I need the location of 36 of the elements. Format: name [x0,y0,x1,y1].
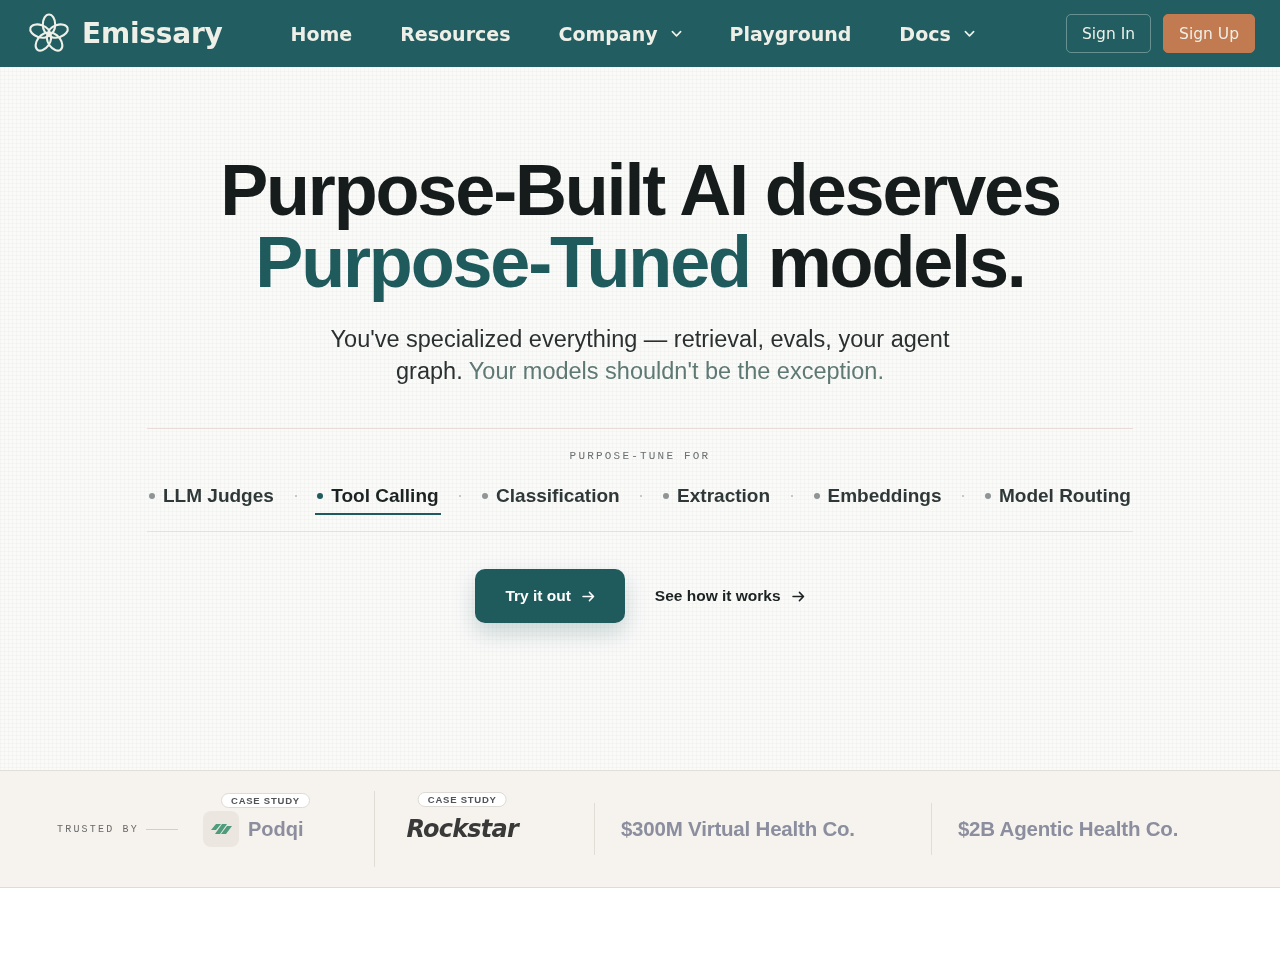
section-label: PURPOSE-TUNE FOR [568,449,712,463]
arrow-right-icon [791,590,805,602]
arrow-right-icon [581,590,595,602]
try-it-out-button[interactable]: Try it out [475,569,625,623]
use-case-tab[interactable]: LLM Judges [147,483,276,515]
flower-logo-icon [28,12,70,55]
brand-logo-link[interactable]: Emissary [28,12,223,55]
stripes-logo-icon [203,811,239,847]
hero-subtitle: You've specialized everything — retrieval, evals, your agent graph. Your models shouldn't be the exception. [329,325,951,386]
chevron-down-icon [963,29,975,38]
nav-link[interactable]: Resources [400,22,511,45]
company-logo-text: Podqi [248,817,304,841]
company-name: $300M Virtual Health Co. [620,817,855,841]
case-study-badge: CASE STUDY [221,793,310,808]
see-how-it-works-link[interactable]: See how it works [654,587,805,605]
use-case-tab[interactable]: Tool Calling [315,483,441,515]
nav-link[interactable]: Playground [729,22,852,45]
chevron-down-icon [670,29,682,38]
bullet-icon [663,493,670,499]
company-wordmark: Rockstar [406,815,518,843]
nav-link[interactable]: Company [558,22,682,45]
bullet-icon [317,493,324,499]
bullet-icon [149,493,155,499]
nav-link[interactable]: Docs [899,22,975,45]
bullet-icon [985,493,991,499]
company-name: $2B Agentic Health Co. [957,817,1179,841]
use-case-tab[interactable]: Extraction [661,483,773,515]
bullet-icon [482,493,489,499]
sign-in-button[interactable]: Sign In [1065,14,1152,53]
case-study-badge: CASE STUDY [417,792,507,807]
use-case-tab[interactable]: Model Routing [983,483,1133,515]
use-case-tab[interactable]: Embeddings [811,483,944,515]
use-case-tab[interactable]: Classification [480,483,622,515]
bullet-icon [813,493,820,499]
trusted-by-label: TRUSTED BY [57,823,139,835]
nav-link[interactable]: Home [290,22,353,45]
